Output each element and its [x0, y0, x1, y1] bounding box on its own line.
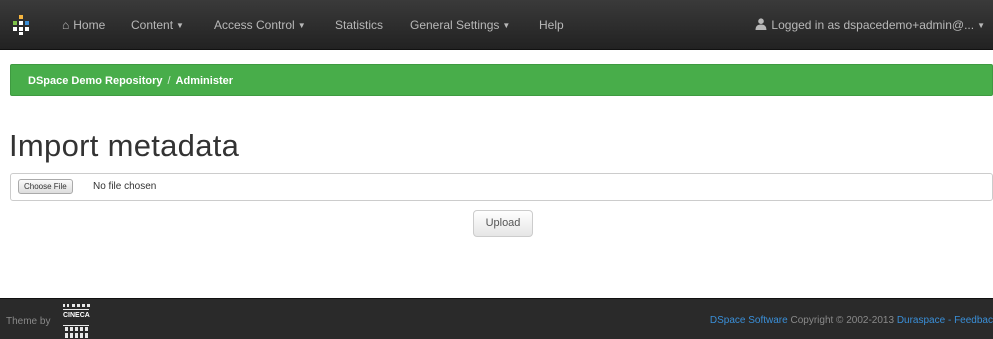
theme-by-text: Theme by [6, 316, 51, 327]
nav-statistics-label: Statistics [335, 18, 384, 32]
caret-down-icon: ▼ [502, 21, 511, 30]
choose-file-button[interactable]: Choose File [18, 179, 73, 194]
nav-help[interactable]: Help [539, 18, 564, 32]
nav-access-control-label: Access Control [214, 18, 295, 32]
file-input-field[interactable]: Choose File No file chosen [10, 173, 993, 201]
nav-help-label: Help [539, 18, 564, 32]
footer: Theme by CINECA DSpace Software Copyrigh… [0, 298, 993, 339]
copyright-text: Copyright © 2002-2013 [790, 315, 895, 326]
breadcrumb-administer-link[interactable]: Administer [176, 75, 233, 87]
dspace-software-link[interactable]: DSpace Software [710, 315, 788, 326]
nav-home[interactable]: ⌂ Home [62, 18, 105, 32]
file-status-text: No file chosen [93, 181, 157, 192]
breadcrumb-separator: / [167, 75, 171, 87]
nav-general-settings-dropdown[interactable]: General Settings ▼ [410, 18, 510, 32]
nav-home-label: Home [73, 18, 106, 32]
feedback-link[interactable]: Feedbac [954, 315, 993, 326]
home-icon: ⌂ [62, 18, 70, 32]
top-navbar: ⌂ Home Content ▼ Access Control ▼ Statistic… [0, 0, 993, 50]
nav-user-label: Logged in as dspacedemo+admin@... [771, 18, 975, 32]
breadcrumb-repository-link[interactable]: DSpace Demo Repository [28, 75, 162, 87]
nav-general-settings-label: General Settings [410, 18, 500, 32]
upload-button[interactable]: Upload [473, 210, 533, 237]
duraspace-link[interactable]: Duraspace [897, 315, 945, 326]
cineca-logo[interactable]: CINECA [61, 303, 101, 339]
breadcrumb-bar: DSpace Demo Repository / Administer [10, 64, 993, 96]
nav-access-control-dropdown[interactable]: Access Control ▼ [214, 18, 306, 32]
footer-copyright: DSpace Software Copyright © 2002-2013 Du… [710, 315, 993, 326]
dspace-logo-icon[interactable] [10, 14, 32, 36]
nav-user-dropdown[interactable]: Logged in as dspacedemo+admin@... ▼ [755, 18, 985, 32]
cineca-logo-text: CINECA [63, 312, 90, 319]
page-title: Import metadata [9, 128, 240, 163]
footer-dash: - [947, 315, 952, 326]
user-icon [755, 18, 767, 30]
nav-content-dropdown[interactable]: Content ▼ [131, 18, 184, 32]
caret-down-icon: ▼ [297, 21, 306, 30]
nav-content-label: Content [131, 18, 174, 32]
caret-down-icon: ▼ [977, 21, 985, 30]
nav-statistics[interactable]: Statistics [335, 18, 383, 32]
breadcrumb: DSpace Demo Repository / Administer [28, 75, 233, 87]
caret-down-icon: ▼ [176, 21, 184, 30]
